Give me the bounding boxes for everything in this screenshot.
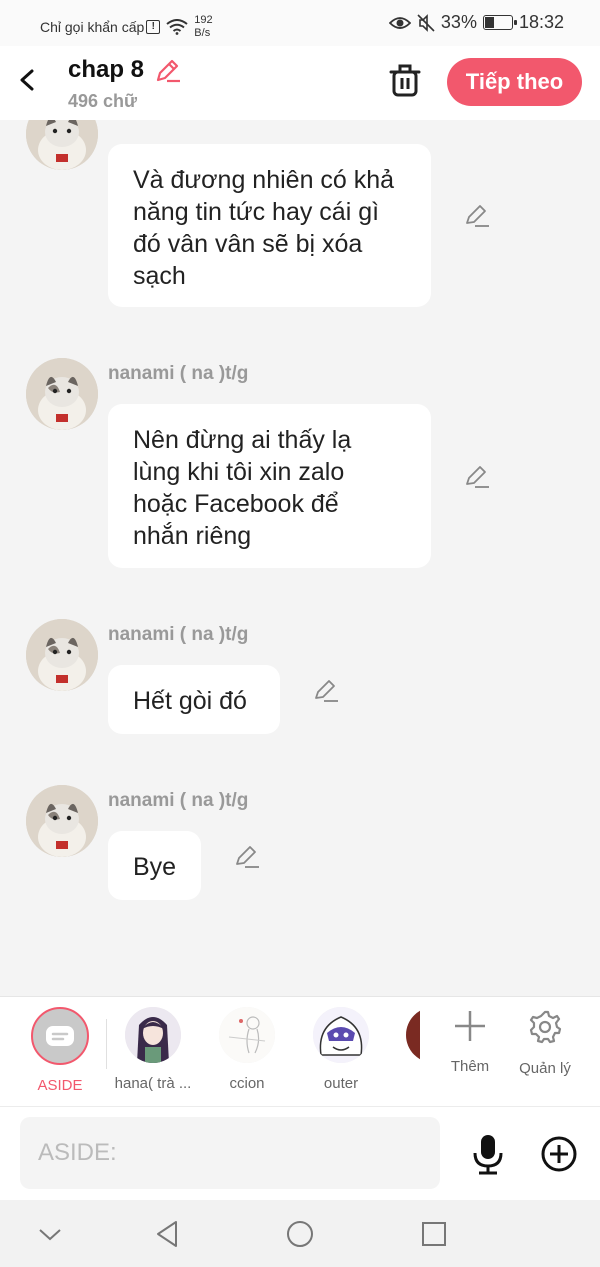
- character-label: ccion: [229, 1075, 265, 1092]
- battery-percent: 33%: [440, 12, 477, 32]
- character-avatar-image: [406, 1007, 420, 1063]
- system-nav-bar: [0, 1200, 600, 1267]
- message-bubble[interactable]: Và đương nhiên có khả năng tin tức hay c…: [108, 144, 431, 307]
- chapter-title[interactable]: chap 8: [68, 56, 144, 84]
- anime-girl-avatar: [125, 1007, 181, 1063]
- word-count: 496 chữ: [68, 91, 138, 111]
- manage-label: Quản lý: [519, 1060, 571, 1077]
- manage-button[interactable]: Quản lý: [510, 1009, 580, 1077]
- add-character-button[interactable]: Thêm: [435, 1009, 505, 1075]
- message-line: Hết gòi đó: [133, 687, 247, 715]
- editor-header: chap 8 496 chữ Tiếp theo: [0, 46, 600, 120]
- message-bubble[interactable]: Nên đừng ai thấy lạ lùng khi tôi xin zal…: [108, 404, 431, 568]
- cat-avatar-image: [26, 619, 98, 691]
- plus-icon: [455, 1011, 485, 1041]
- wifi-icon: [166, 19, 188, 35]
- eye-icon: [388, 16, 411, 29]
- avatar[interactable]: [26, 619, 98, 691]
- clock: 18:32: [518, 12, 564, 32]
- character-label: ASIDE: [37, 1077, 83, 1094]
- avatar[interactable]: [26, 785, 98, 857]
- carrier-text: Chỉ gọi khẩn cấp: [40, 19, 145, 35]
- trash-icon[interactable]: [388, 62, 422, 98]
- speaker-name: nanami ( na )t/g: [108, 363, 249, 384]
- back-triangle-icon[interactable]: [152, 1218, 184, 1250]
- edit-message-icon[interactable]: [463, 202, 491, 230]
- avatar[interactable]: [26, 358, 98, 430]
- net-speed-value: 192: [194, 14, 213, 26]
- message-bubble[interactable]: Bye: [108, 831, 201, 900]
- character-avatar: [313, 1007, 369, 1063]
- avatar[interactable]: [26, 120, 98, 170]
- chat-area[interactable]: Và đương nhiên có khả năng tin tức hay c…: [0, 120, 600, 996]
- character-outer[interactable]: outer: [296, 1007, 386, 1092]
- battery-icon: [482, 15, 517, 30]
- composer-bar: [0, 1106, 600, 1200]
- message-line: lùng khi tôi xin zalo: [133, 458, 345, 486]
- message-line: sạch: [133, 262, 186, 290]
- character-label: hana( trà ...: [114, 1075, 192, 1092]
- chevron-down-icon[interactable]: [34, 1218, 66, 1250]
- edit-title-icon[interactable]: [152, 56, 182, 86]
- character-label: outer: [323, 1075, 359, 1092]
- character-aside[interactable]: ASIDE: [15, 1007, 105, 1094]
- speaker-name: nanami ( na )t/g: [108, 790, 249, 811]
- net-speed-unit: B/s: [194, 27, 211, 39]
- message-bubble[interactable]: Hết gòi đó: [108, 665, 280, 734]
- character-avatar: [125, 1007, 181, 1063]
- mute-icon: [417, 13, 435, 32]
- character-avatar: [406, 1007, 420, 1063]
- character-bar: ASIDE hana( trà ... ccion outer Thêm Quả…: [0, 996, 600, 1106]
- cat-avatar-image: [26, 358, 98, 430]
- cat-avatar-image: [26, 120, 98, 170]
- chat-bubble-icon: [46, 1026, 74, 1046]
- character-partial[interactable]: [390, 1007, 420, 1063]
- gear-icon: [529, 1010, 562, 1044]
- message-line: Và đương nhiên có khả: [133, 166, 395, 194]
- status-left: Chỉ gọi khẩn cấp ! 192 B/s: [40, 14, 213, 40]
- status-right: 33% 18:32: [388, 12, 564, 33]
- edit-message-icon[interactable]: [463, 463, 491, 491]
- aside-avatar: [31, 1007, 89, 1065]
- edit-message-icon[interactable]: [312, 677, 340, 705]
- divider: [106, 1019, 107, 1069]
- character-avatar: [219, 1007, 275, 1063]
- hooded-character-avatar: [313, 1007, 369, 1063]
- edit-message-icon[interactable]: [233, 843, 261, 871]
- message-line: Nên đừng ai thấy lạ: [133, 426, 352, 454]
- sketch-figure-avatar: [219, 1007, 275, 1063]
- character-hana[interactable]: hana( trà ...: [108, 1007, 198, 1092]
- microphone-icon[interactable]: [470, 1133, 506, 1175]
- add-label: Thêm: [450, 1058, 490, 1075]
- net-speed: 192 B/s: [194, 14, 212, 40]
- recents-square-icon[interactable]: [418, 1218, 450, 1250]
- speaker-name: nanami ( na )t/g: [108, 624, 249, 645]
- message-line: nhắn riêng: [133, 522, 252, 550]
- message-line: hoặc Facebook để: [133, 490, 339, 518]
- message-line: Bye: [133, 853, 177, 881]
- status-bar: Chỉ gọi khẩn cấp ! 192 B/s 33% 18:32: [0, 0, 600, 46]
- add-circle-icon[interactable]: [540, 1135, 578, 1173]
- alert-icon: !: [146, 20, 161, 34]
- home-circle-icon[interactable]: [284, 1218, 316, 1250]
- message-input[interactable]: [20, 1117, 440, 1189]
- back-arrow-icon[interactable]: [14, 66, 42, 94]
- character-ccion[interactable]: ccion: [202, 1007, 292, 1092]
- cat-avatar-image: [26, 785, 98, 857]
- message-line: đó vân vân sẽ bị xóa: [133, 230, 363, 258]
- message-line: năng tin tức hay cái gì: [133, 198, 380, 226]
- battery-fill: [484, 17, 495, 28]
- next-button[interactable]: Tiếp theo: [447, 58, 582, 106]
